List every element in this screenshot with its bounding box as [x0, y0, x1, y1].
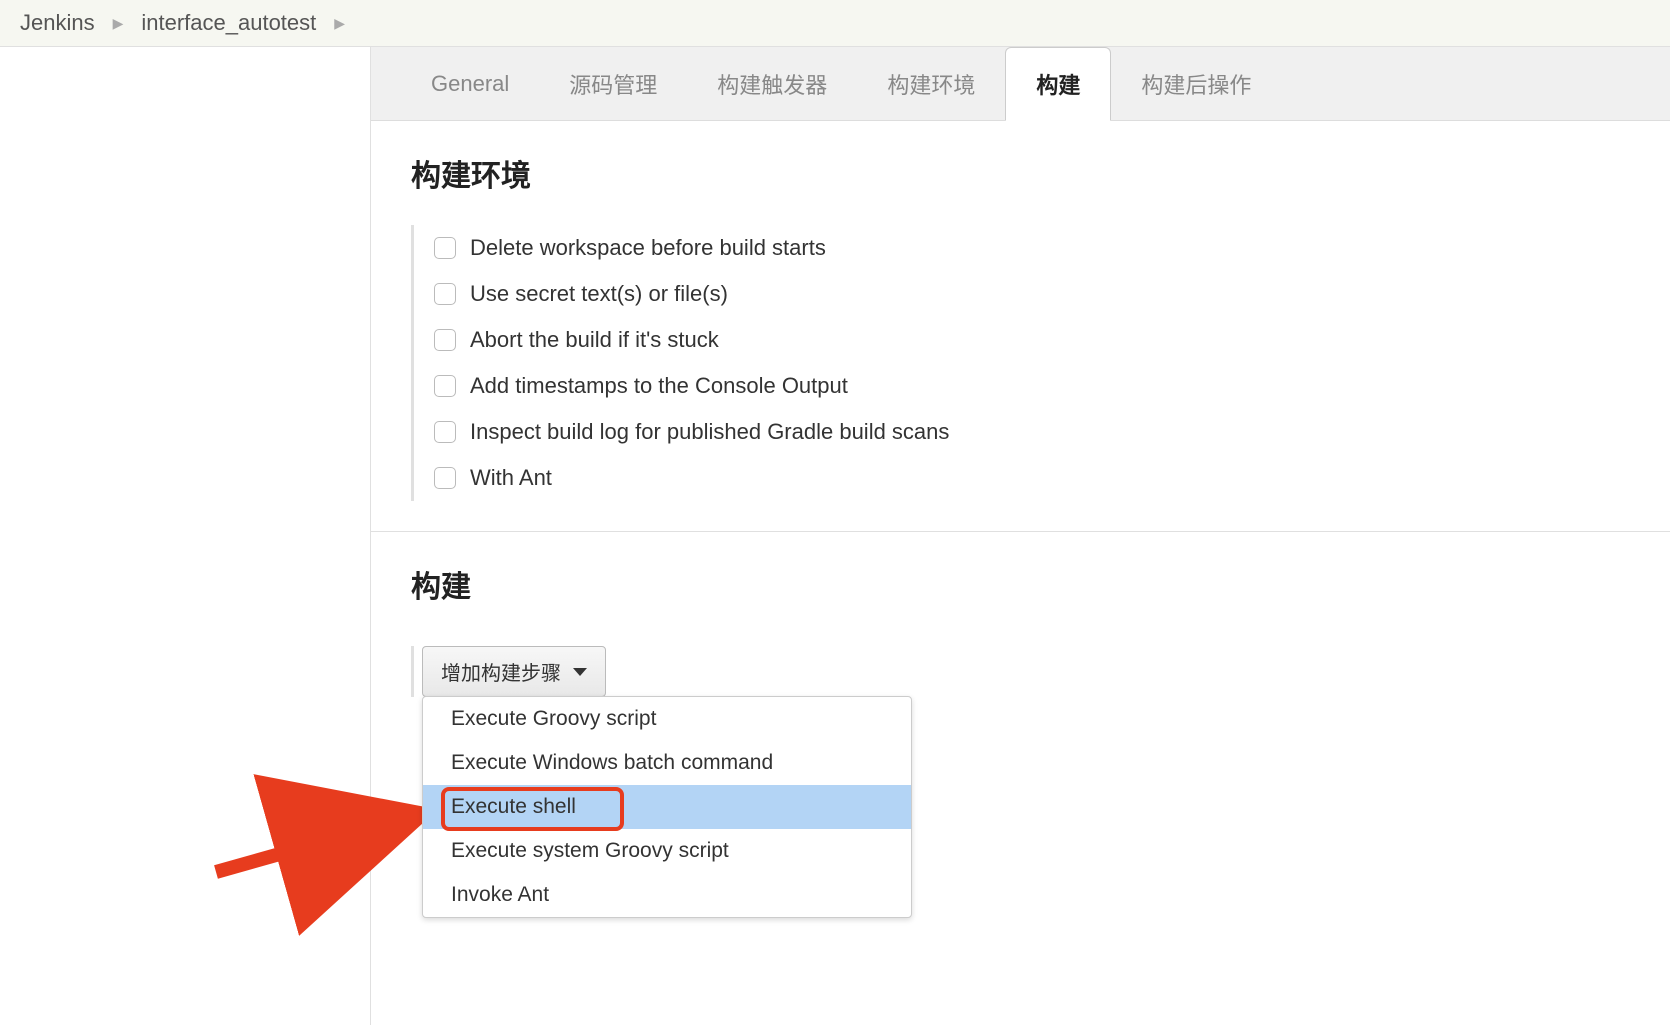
- dropdown-item-groovy[interactable]: Execute Groovy script: [423, 697, 911, 741]
- checkbox-abort-stuck[interactable]: Abort the build if it's stuck: [434, 317, 1630, 363]
- left-sidebar-spacer: [0, 47, 370, 1025]
- dropdown-item-execute-shell[interactable]: Execute shell: [423, 785, 911, 829]
- dropdown-item-windows-batch[interactable]: Execute Windows batch command: [423, 741, 911, 785]
- checkbox-label: Inspect build log for published Gradle b…: [470, 419, 949, 445]
- add-build-step-button[interactable]: 增加构建步骤: [422, 646, 606, 697]
- checkbox-secret-text[interactable]: Use secret text(s) or file(s): [434, 271, 1630, 317]
- chevron-right-icon: ▶: [113, 15, 124, 32]
- add-build-step-label: 增加构建步骤: [441, 657, 561, 686]
- build-env-heading: 构建环境: [411, 151, 1630, 195]
- checkbox-label: Add timestamps to the Console Output: [470, 373, 848, 399]
- breadcrumb: Jenkins ▶ interface_autotest ▶: [0, 0, 1670, 47]
- breadcrumb-project[interactable]: interface_autotest: [141, 10, 316, 36]
- chevron-right-icon: ▶: [334, 15, 345, 32]
- tab-general[interactable]: General: [401, 47, 539, 120]
- tab-build[interactable]: 构建: [1005, 47, 1111, 121]
- checkbox-label: Use secret text(s) or file(s): [470, 281, 728, 307]
- checkbox-label: Delete workspace before build starts: [470, 235, 826, 261]
- build-step-dropdown: Execute Groovy script Execute Windows ba…: [422, 696, 912, 918]
- tab-env[interactable]: 构建环境: [857, 47, 1005, 120]
- dropdown-item-invoke-ant[interactable]: Invoke Ant: [423, 873, 911, 917]
- checkbox-delete-workspace[interactable]: Delete workspace before build starts: [434, 225, 1630, 271]
- tab-scm[interactable]: 源码管理: [539, 47, 687, 120]
- breadcrumb-root[interactable]: Jenkins: [20, 10, 95, 36]
- tab-trigger[interactable]: 构建触发器: [687, 47, 857, 120]
- checkbox-input[interactable]: [434, 329, 456, 351]
- checkbox-label: With Ant: [470, 465, 552, 491]
- section-build: 构建 增加构建步骤 Execute Groovy script Execute …: [371, 532, 1670, 707]
- checkbox-input[interactable]: [434, 283, 456, 305]
- checkbox-label: Abort the build if it's stuck: [470, 327, 719, 353]
- checkbox-timestamps[interactable]: Add timestamps to the Console Output: [434, 363, 1630, 409]
- checkbox-with-ant[interactable]: With Ant: [434, 455, 1630, 501]
- checkbox-input[interactable]: [434, 467, 456, 489]
- section-build-env: 构建环境 Delete workspace before build start…: [371, 121, 1670, 532]
- checkbox-gradle-scans[interactable]: Inspect build log for published Gradle b…: [434, 409, 1630, 455]
- checkbox-input[interactable]: [434, 421, 456, 443]
- tab-post[interactable]: 构建后操作: [1111, 47, 1281, 120]
- caret-down-icon: [573, 668, 587, 676]
- checkbox-input[interactable]: [434, 237, 456, 259]
- build-heading: 构建: [411, 562, 1630, 606]
- config-tabs: General 源码管理 构建触发器 构建环境 构建 构建后操作: [371, 47, 1670, 121]
- checkbox-input[interactable]: [434, 375, 456, 397]
- dropdown-item-system-groovy[interactable]: Execute system Groovy script: [423, 829, 911, 873]
